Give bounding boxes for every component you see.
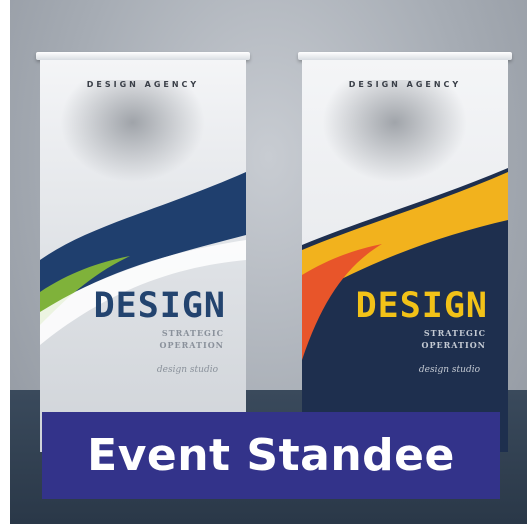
banner-graphic: [302, 60, 508, 452]
caption-text: Event Standee: [87, 430, 455, 481]
subtitle-strategic: STRATEGIC: [423, 328, 486, 338]
design-title: DESIGN: [93, 286, 226, 326]
script-text: design studio: [418, 365, 480, 375]
standee-right: DESIGN AGENCY DESIGN STRATEGIC OPERATION…: [298, 52, 512, 452]
agency-label: DESIGN AGENCY: [86, 80, 200, 89]
script-text: design studio: [156, 365, 218, 375]
subtitle-strategic: STRATEGIC: [161, 328, 224, 338]
standee-banner: DESIGN AGENCY DESIGN STRATEGIC OPERATION…: [40, 60, 246, 452]
subtitle-operation: OPERATION: [159, 340, 224, 350]
caption-banner: Event Standee: [42, 412, 500, 499]
standee-left: DESIGN AGENCY DESIGN STRATEGIC OPERATION…: [36, 52, 250, 452]
standee-top-bar: [36, 52, 250, 60]
standee-banner: DESIGN AGENCY DESIGN STRATEGIC OPERATION…: [302, 60, 508, 452]
design-title: DESIGN: [355, 286, 488, 326]
banner-graphic: [40, 60, 246, 452]
agency-label: DESIGN AGENCY: [348, 80, 462, 89]
subtitle-operation: OPERATION: [421, 340, 486, 350]
standee-top-bar: [298, 52, 512, 60]
